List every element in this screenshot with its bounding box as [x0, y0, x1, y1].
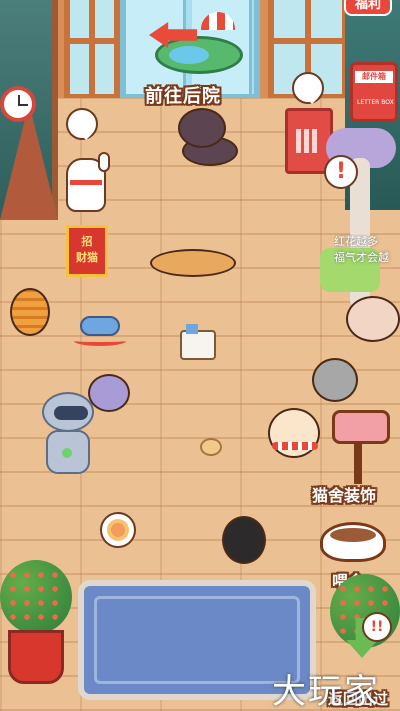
mailbox-sign: 邮件箱: [355, 71, 393, 83]
go-backyard-button[interactable]: 前往后院: [135, 8, 265, 108]
decorate-button[interactable]: 猫舍装饰: [310, 408, 400, 508]
cat-tiger[interactable]: [10, 288, 54, 340]
mailbox[interactable]: 邮件箱 LETTER BOX: [350, 62, 398, 122]
cat-gray-tabby[interactable]: [312, 358, 362, 406]
rocking-horse-toy[interactable]: [72, 306, 128, 348]
welfare-button[interactable]: 福利: [344, 0, 392, 16]
cat-question-bubble[interactable]: [292, 72, 324, 104]
flower-bubble[interactable]: [100, 512, 136, 548]
fish-bubble[interactable]: [66, 108, 98, 140]
clock-icon: [0, 86, 36, 122]
wall-window-left: [64, 0, 120, 100]
watermark: 大玩家: [272, 672, 380, 711]
decorate-label: 猫舍装饰: [312, 486, 377, 505]
backyard-label: 前往后院: [145, 86, 221, 107]
lucky-cat-statue[interactable]: [60, 148, 112, 218]
lucky-sign-line2: 财猫: [76, 251, 98, 264]
toy-truck[interactable]: [180, 324, 216, 360]
lucky-sign-line1: 招: [81, 235, 93, 248]
hint-line1: 红花越多: [334, 235, 378, 248]
cat-sleeping-orange[interactable]: [150, 245, 240, 279]
alert-bubble[interactable]: !!: [362, 612, 392, 642]
hint-line2: 福气才会越: [334, 251, 389, 264]
donut-toy[interactable]: [200, 438, 222, 456]
umbrella-icon: [201, 12, 235, 30]
plant-left: 福: [0, 560, 72, 711]
exclamation-bubble[interactable]: !: [324, 155, 358, 189]
hint-text: 红花越多 福气才会越: [334, 234, 400, 266]
cat-pink[interactable]: [346, 296, 400, 344]
robot-toy[interactable]: [40, 392, 98, 492]
mailbox-sub: LETTER BOX: [357, 99, 394, 106]
cat-black[interactable]: [222, 510, 270, 566]
lucky-cat-sign: 招 财猫: [66, 225, 108, 277]
paint-roller-icon: [332, 410, 390, 444]
keypad-icon: [296, 129, 320, 153]
cat-dark[interactable]: [172, 108, 242, 168]
